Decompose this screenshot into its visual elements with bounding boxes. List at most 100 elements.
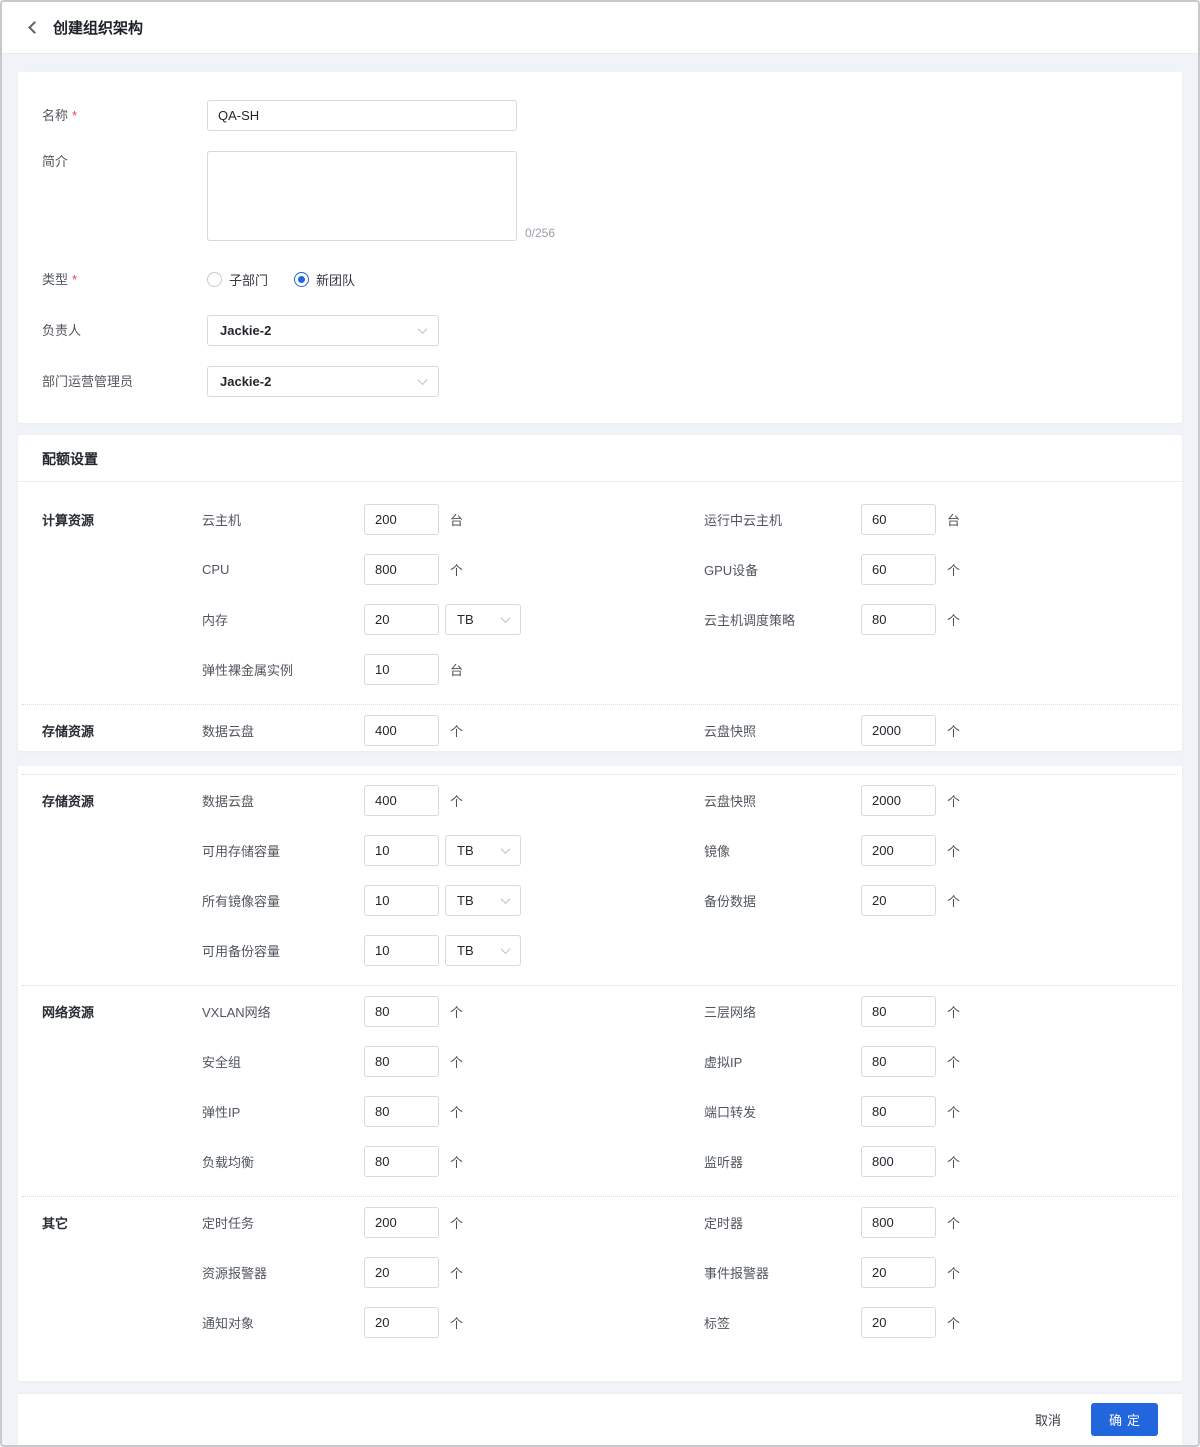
quota-group: 网络资源VXLAN网络个三层网络个安全组个虚拟IP个弹性IP个端口转发个负载均衡… xyxy=(42,996,1158,1177)
quota-field-label: CPU xyxy=(202,562,230,577)
quota-value-input[interactable] xyxy=(861,885,936,916)
quota-value-input[interactable] xyxy=(861,1257,936,1288)
quota-unit-value: TB xyxy=(457,612,474,627)
back-icon[interactable] xyxy=(28,21,41,34)
quota-group: 其它定时任务个定时器个资源报警器个事件报警器个通知对象个标签个 xyxy=(42,1207,1158,1338)
quota-groups-lower: 存储资源数据云盘个云盘快照个可用存储容量TB镜像个所有镜像容量TB备份数据个可用… xyxy=(18,766,1182,1381)
quota-unit-label: 台 xyxy=(450,513,464,528)
quota-field-label: 可用存储容量 xyxy=(202,844,281,859)
intro-textarea[interactable] xyxy=(207,151,517,241)
quota-value-input[interactable] xyxy=(364,835,439,866)
quota-field-label: 负载均衡 xyxy=(202,1155,255,1170)
quota-field: 镜像 个 xyxy=(704,835,1158,866)
quota-value-input[interactable] xyxy=(364,1146,439,1177)
quota-unit-select[interactable]: TB xyxy=(445,835,521,866)
quota-unit-label: 台 xyxy=(450,663,464,678)
quota-value-input[interactable] xyxy=(861,1207,936,1238)
quota-value-input[interactable] xyxy=(364,785,439,816)
quota-field: CPU 个 xyxy=(202,554,704,585)
chevron-down-icon xyxy=(500,844,511,855)
name-input[interactable] xyxy=(207,100,517,131)
quota-value-input[interactable] xyxy=(364,504,439,535)
quota-value-input[interactable] xyxy=(861,1046,936,1077)
quota-value-input[interactable] xyxy=(861,504,936,535)
quota-field-label: VXLAN网络 xyxy=(202,1005,271,1020)
quota-field-label: 数据云盘 xyxy=(202,794,255,809)
cancel-button[interactable]: 取消 xyxy=(1035,1410,1061,1429)
quota-value-input[interactable] xyxy=(861,1096,936,1127)
quota-field-label: 标签 xyxy=(704,1316,731,1331)
quota-field-label: 云盘快照 xyxy=(704,724,757,739)
quota-value-input[interactable] xyxy=(364,715,439,746)
quota-value-input[interactable] xyxy=(364,1046,439,1077)
quota-value-input[interactable] xyxy=(861,1146,936,1177)
quota-settings-panel: 配额设置 计算资源云主机台运行中云主机台CPU个GPU设备个内存TB云主机调度策… xyxy=(18,435,1182,751)
quota-group-label: 计算资源 xyxy=(42,513,95,528)
quota-unit-label: 个 xyxy=(947,1005,961,1020)
quota-value-input[interactable] xyxy=(364,554,439,585)
quota-row: 网络资源 VXLAN网络 个 三层网络 个 xyxy=(42,996,1158,1027)
quota-value-input[interactable] xyxy=(364,1096,439,1127)
quota-value-input[interactable] xyxy=(861,604,936,635)
quota-unit-select[interactable]: TB xyxy=(445,604,521,635)
quota-field-label: 备份数据 xyxy=(704,894,757,909)
quota-field: 通知对象 个 xyxy=(202,1307,704,1338)
quota-field-label: 云盘快照 xyxy=(704,794,757,809)
owner-select[interactable]: Jackie-2 xyxy=(207,315,439,346)
quota-value-input[interactable] xyxy=(861,554,936,585)
quota-value-input[interactable] xyxy=(364,604,439,635)
quota-value-input[interactable] xyxy=(861,835,936,866)
quota-unit-label: 个 xyxy=(947,794,961,809)
quota-group-label: 网络资源 xyxy=(42,1005,95,1020)
quota-row: 通知对象 个 标签 个 xyxy=(42,1307,1158,1338)
radio-option-subdepartment[interactable]: 子部门 xyxy=(207,270,268,289)
quota-field-label: 三层网络 xyxy=(704,1005,757,1020)
quota-groups-upper: 计算资源云主机台运行中云主机台CPU个GPU设备个内存TB云主机调度策略个弹性裸… xyxy=(18,482,1182,746)
chevron-down-icon xyxy=(417,375,428,386)
confirm-button[interactable]: 确定 xyxy=(1090,1403,1158,1436)
quota-value-input[interactable] xyxy=(861,1307,936,1338)
quota-value-input[interactable] xyxy=(861,996,936,1027)
quota-unit-label: 个 xyxy=(947,563,961,578)
quota-field-label: 弹性IP xyxy=(202,1105,241,1120)
quota-field-label: 数据云盘 xyxy=(202,724,255,739)
quota-field: 云主机 台 xyxy=(202,504,704,535)
quota-value-input[interactable] xyxy=(861,715,936,746)
quota-row: 计算资源 云主机 台 运行中云主机 台 xyxy=(42,504,1158,535)
quota-field-label: GPU设备 xyxy=(704,563,759,578)
quota-row: 可用备份容量 TB xyxy=(42,935,1158,966)
chevron-down-icon xyxy=(500,613,511,624)
quota-value-input[interactable] xyxy=(364,1307,439,1338)
radio-option-newteam[interactable]: 新团队 xyxy=(294,270,355,289)
page-title: 创建组织架构 xyxy=(53,20,144,37)
quota-field: 事件报警器 个 xyxy=(704,1257,1158,1288)
quota-row: 其它 定时任务 个 定时器 个 xyxy=(42,1207,1158,1238)
quota-field-label: 事件报警器 xyxy=(704,1266,770,1281)
group-divider xyxy=(22,1196,1178,1197)
quota-field: 资源报警器 个 xyxy=(202,1257,704,1288)
quota-field: 所有镜像容量 TB xyxy=(202,885,704,916)
quota-unit-select[interactable]: TB xyxy=(445,885,521,916)
type-label: 类型 xyxy=(42,264,207,295)
quota-unit-label: 个 xyxy=(947,894,961,909)
owner-field-row: 负责人 Jackie-2 xyxy=(42,315,1158,346)
admin-label: 部门运营管理员 xyxy=(42,374,134,389)
quota-value-input[interactable] xyxy=(364,885,439,916)
quota-unit-value: TB xyxy=(457,893,474,908)
quota-value-input[interactable] xyxy=(364,996,439,1027)
quota-field: 可用存储容量 TB xyxy=(202,835,704,866)
quota-value-input[interactable] xyxy=(861,785,936,816)
quota-value-input[interactable] xyxy=(364,1257,439,1288)
quota-field-label: 云主机 xyxy=(202,513,242,528)
quota-value-input[interactable] xyxy=(364,1207,439,1238)
radio-option-label: 新团队 xyxy=(316,272,356,288)
admin-select-value: Jackie-2 xyxy=(220,374,272,389)
quota-value-input[interactable] xyxy=(364,654,439,685)
admin-select[interactable]: Jackie-2 xyxy=(207,366,439,397)
quota-value-input[interactable] xyxy=(364,935,439,966)
quota-unit-select[interactable]: TB xyxy=(445,935,521,966)
quota-field-label: 内存 xyxy=(202,613,229,628)
quota-field: 云主机调度策略 个 xyxy=(704,604,1158,635)
quota-field-label: 定时任务 xyxy=(202,1216,255,1231)
quota-field: VXLAN网络 个 xyxy=(202,996,704,1027)
